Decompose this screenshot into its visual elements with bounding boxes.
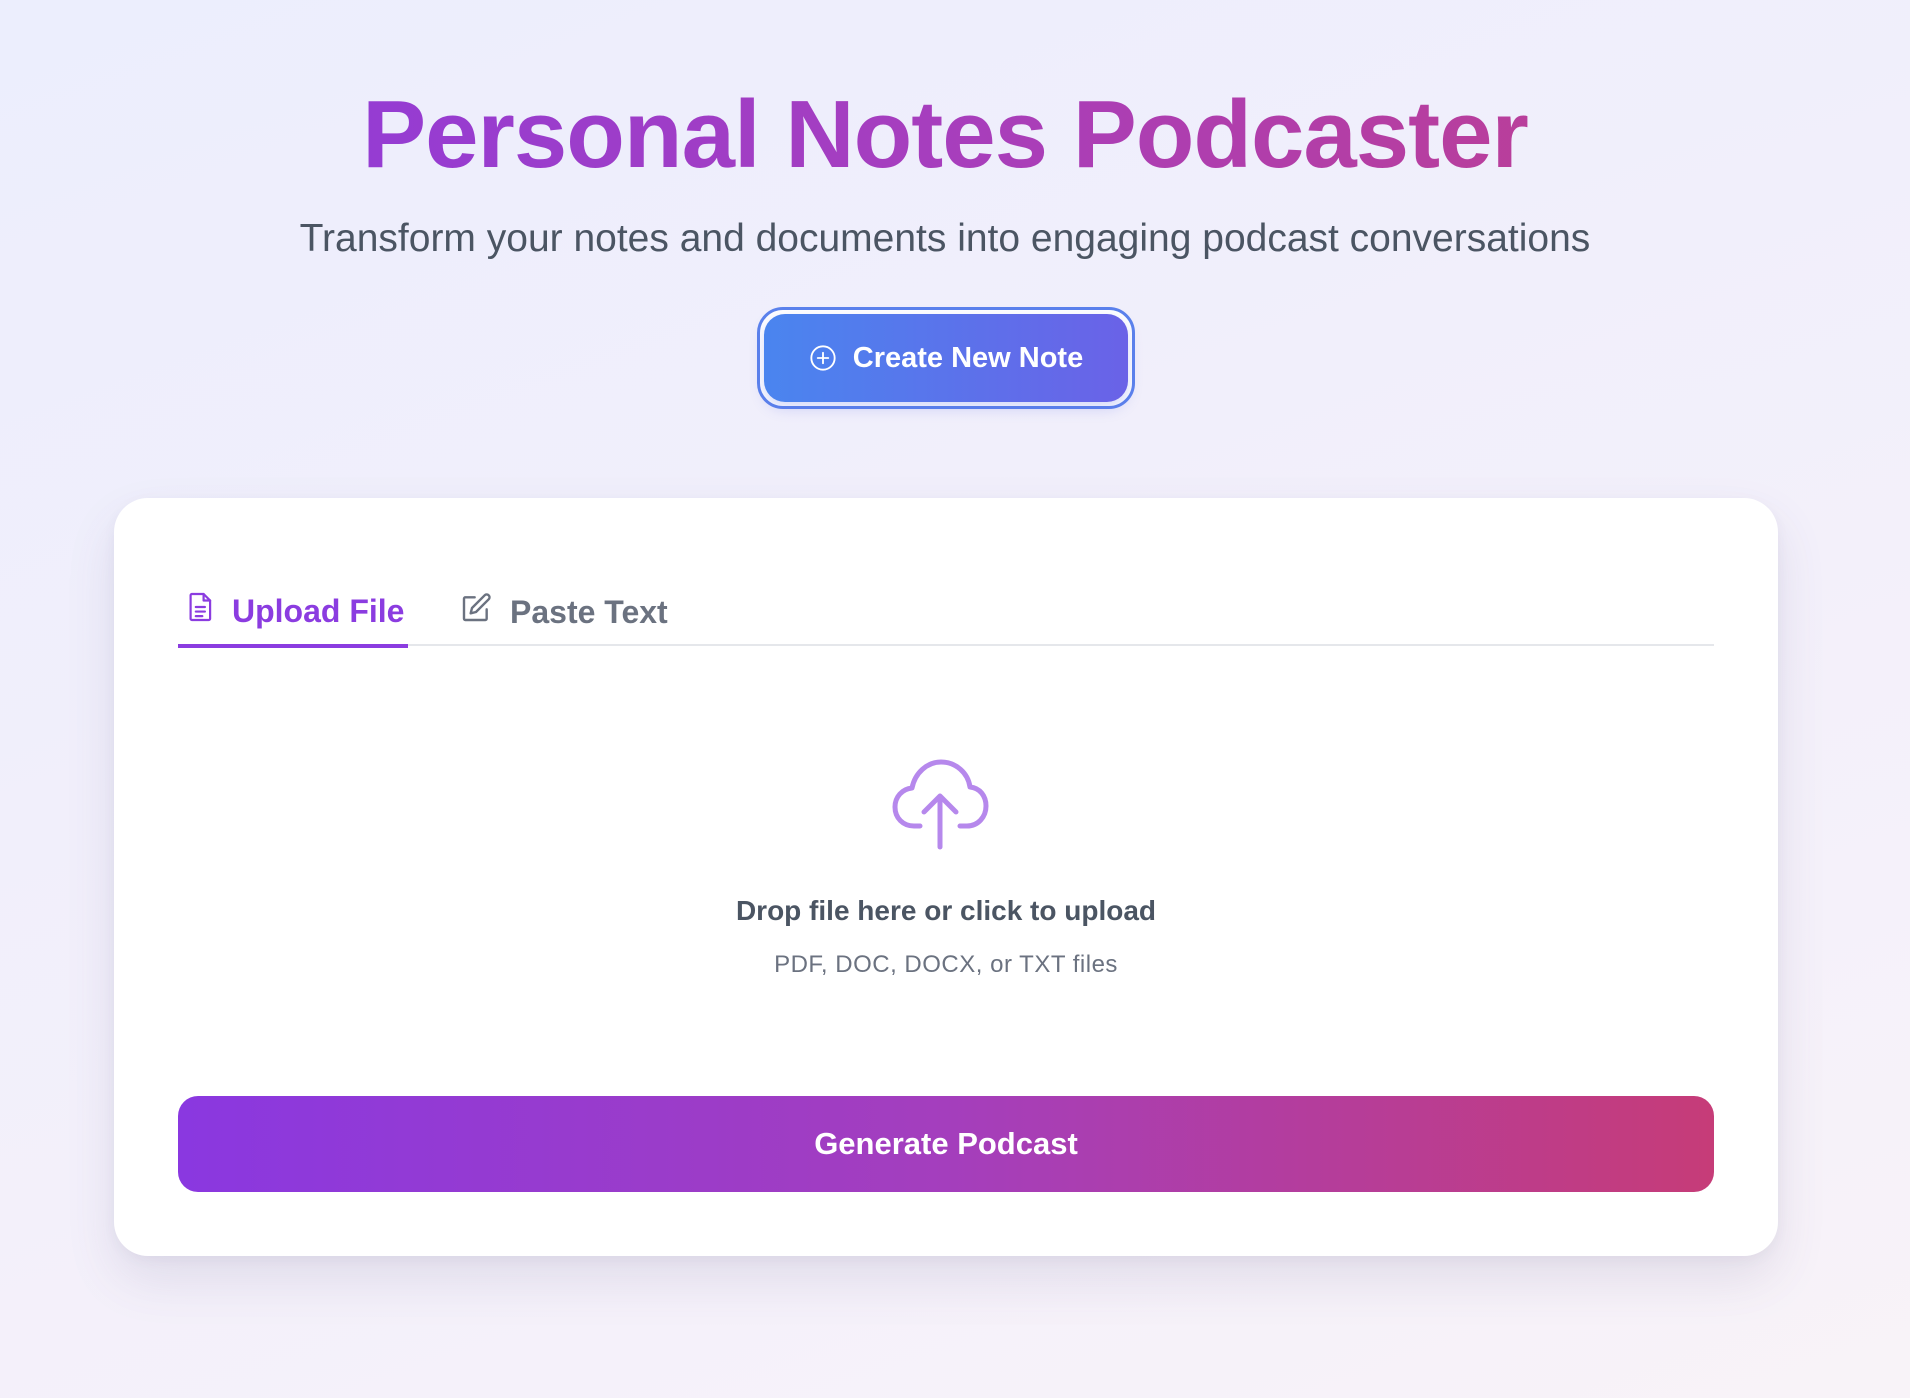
file-dropzone[interactable]: Drop file here or click to upload PDF, D… [178,694,1714,1048]
dropzone-title: Drop file here or click to upload [735,895,1157,926]
create-note-button-focus-ring: Create New Note [757,307,1135,409]
document-icon [188,591,214,631]
page-title: Personal Notes Podcaster [0,75,1890,195]
generate-podcast-label: Generate Podcast [814,1126,1078,1161]
tab-upload-file[interactable]: Upload File [178,578,408,648]
page-subtitle: Transform your notes and documents into … [299,217,1591,260]
edit-icon [460,592,492,632]
create-new-note-button[interactable]: Create New Note [764,314,1128,402]
plus-circle-icon [809,344,837,372]
dropzone-subtitle: PDF, DOC, DOCX, or TXT files [774,951,1118,978]
input-tabs: Upload File Paste Text [178,578,1714,648]
input-card: Upload File Paste Text Drop file here or… [114,498,1778,1256]
generate-podcast-button[interactable]: Generate Podcast [178,1096,1714,1192]
create-new-note-label: Create New Note [852,341,1084,374]
tab-upload-file-label: Upload File [232,592,405,629]
tab-paste-text-label: Paste Text [510,593,668,630]
cloud-upload-icon [890,756,990,857]
tab-paste-text[interactable]: Paste Text [460,578,668,646]
